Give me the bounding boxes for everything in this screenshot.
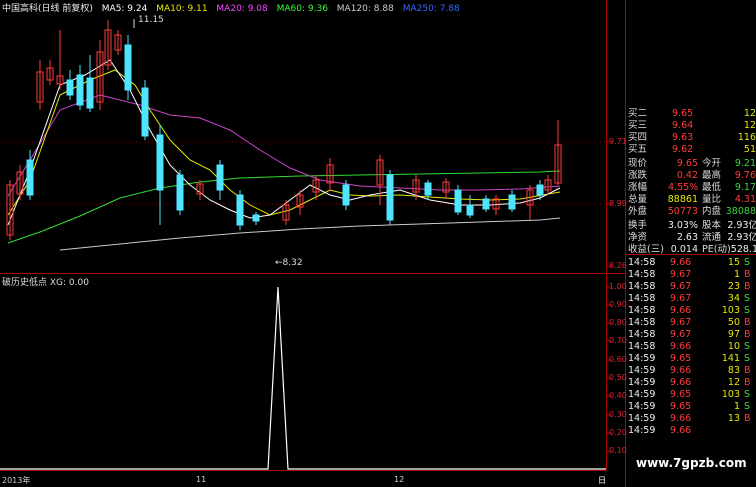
chart-title: 中国高科(日线 前复权): [2, 4, 93, 14]
indicator-axis-label: 0.60: [609, 355, 627, 364]
tick-row: 14:59 9.66 83 B: [628, 365, 751, 376]
indicator-axis-label: 1.00: [609, 282, 627, 291]
quote-row: 净资 2.63 流通 2.93亿: [628, 232, 756, 243]
date-label: 2013年: [2, 476, 31, 485]
indicator-axis-label: 0.40: [609, 391, 627, 400]
ma5-label: MA5: 9.24: [101, 4, 148, 14]
quote-row: 总量 88861 量比 4.31: [628, 194, 756, 205]
quote-row: 换手 3.03% 股本 2.93亿: [628, 220, 756, 231]
tick-row: 14:59 9.66: [628, 425, 692, 436]
quote-row: 涨跌 0.42 最高 9.76: [628, 170, 756, 181]
tick-row: 14:58 9.67 34 S: [628, 293, 751, 304]
indicator-axis-label: 0.30: [609, 410, 627, 419]
low-price-label: ←8.32: [275, 258, 303, 268]
tick-row: 14:59 9.66 12 B: [628, 377, 751, 388]
indicator-axis-label: 0.90: [609, 300, 627, 309]
date-label: 12: [394, 475, 405, 484]
ma250-label: MA250: 7.88: [402, 4, 460, 14]
ma60-label: MA60: 9.36: [276, 4, 328, 14]
ma20-line: [7, 94, 561, 197]
tick-row: 14:59 9.65 141 S: [628, 353, 751, 364]
ma60-line: [7, 170, 561, 244]
tick-row: 14:59 9.65 1 S: [628, 401, 751, 412]
date-label: 11: [196, 475, 207, 484]
tick-row: 14:58 9.67 50 B: [628, 317, 751, 328]
xg-indicator-line: [0, 286, 606, 470]
indicator-axis-label: 0.10: [609, 446, 627, 455]
indicator-axis-label: 0.70: [609, 336, 627, 345]
tick-row: 14:58 9.67 97 B: [628, 329, 751, 340]
indicator-axis-label: 0.20: [609, 428, 627, 437]
price-axis-label: 8.26: [609, 261, 627, 270]
price-axis-label: 9.71: [609, 137, 627, 146]
tick-row: 14:59 9.65 103 S: [628, 389, 751, 400]
chart-header: 中国高科(日线 前复权) MA5: 9.24 MA10: 9.11 MA20: …: [2, 1, 460, 14]
tick-row: 14:58 9.66 15 S: [628, 257, 751, 268]
ma250-line: [59, 217, 561, 251]
quote-row: 涨幅 4.55% 最低 9.17: [628, 182, 756, 193]
ma120-label: MA120: 8.88: [336, 4, 394, 14]
bid-level-row: 买四 9.63 116: [628, 132, 756, 143]
quote-row: 现价 9.65 今开 9.21: [628, 158, 756, 169]
ma10-label: MA10: 9.11: [156, 4, 208, 14]
price-axis-label: 8.99: [609, 199, 627, 208]
bid-level-row: 买五 9.62 51: [628, 144, 756, 155]
indicator-axis-label: 0.80: [609, 318, 627, 327]
watermark-text: www.7gpzb.com: [636, 456, 747, 470]
indicator-axis-label: 0.50: [609, 373, 627, 382]
tick-row: 14:58 9.66 103 S: [628, 305, 751, 316]
tick-row: 14:58 9.67 23 B: [628, 281, 751, 292]
tick-row: 14:59 9.66 13 B: [628, 413, 751, 424]
tick-row: 14:58 9.67 1 B: [628, 269, 751, 280]
quote-row: 外盘 50773 内盘 38088: [628, 206, 756, 217]
high-price-label: 11.15: [138, 15, 164, 25]
quote-row: 收益(三) 0.014 PE(动) 528.1: [628, 244, 756, 255]
tick-row: 14:58 9.66 10 S: [628, 341, 751, 352]
candles: [6, 20, 562, 240]
ma20-label: MA20: 9.08: [216, 4, 268, 14]
indicator-title: 破历史低点 XG: 0.00: [2, 278, 89, 288]
bid-level-row: 买三 9.64 12: [628, 120, 756, 131]
period-indicator[interactable]: 日: [598, 475, 606, 486]
bid-level-row: 买二 9.65 12: [628, 108, 756, 119]
